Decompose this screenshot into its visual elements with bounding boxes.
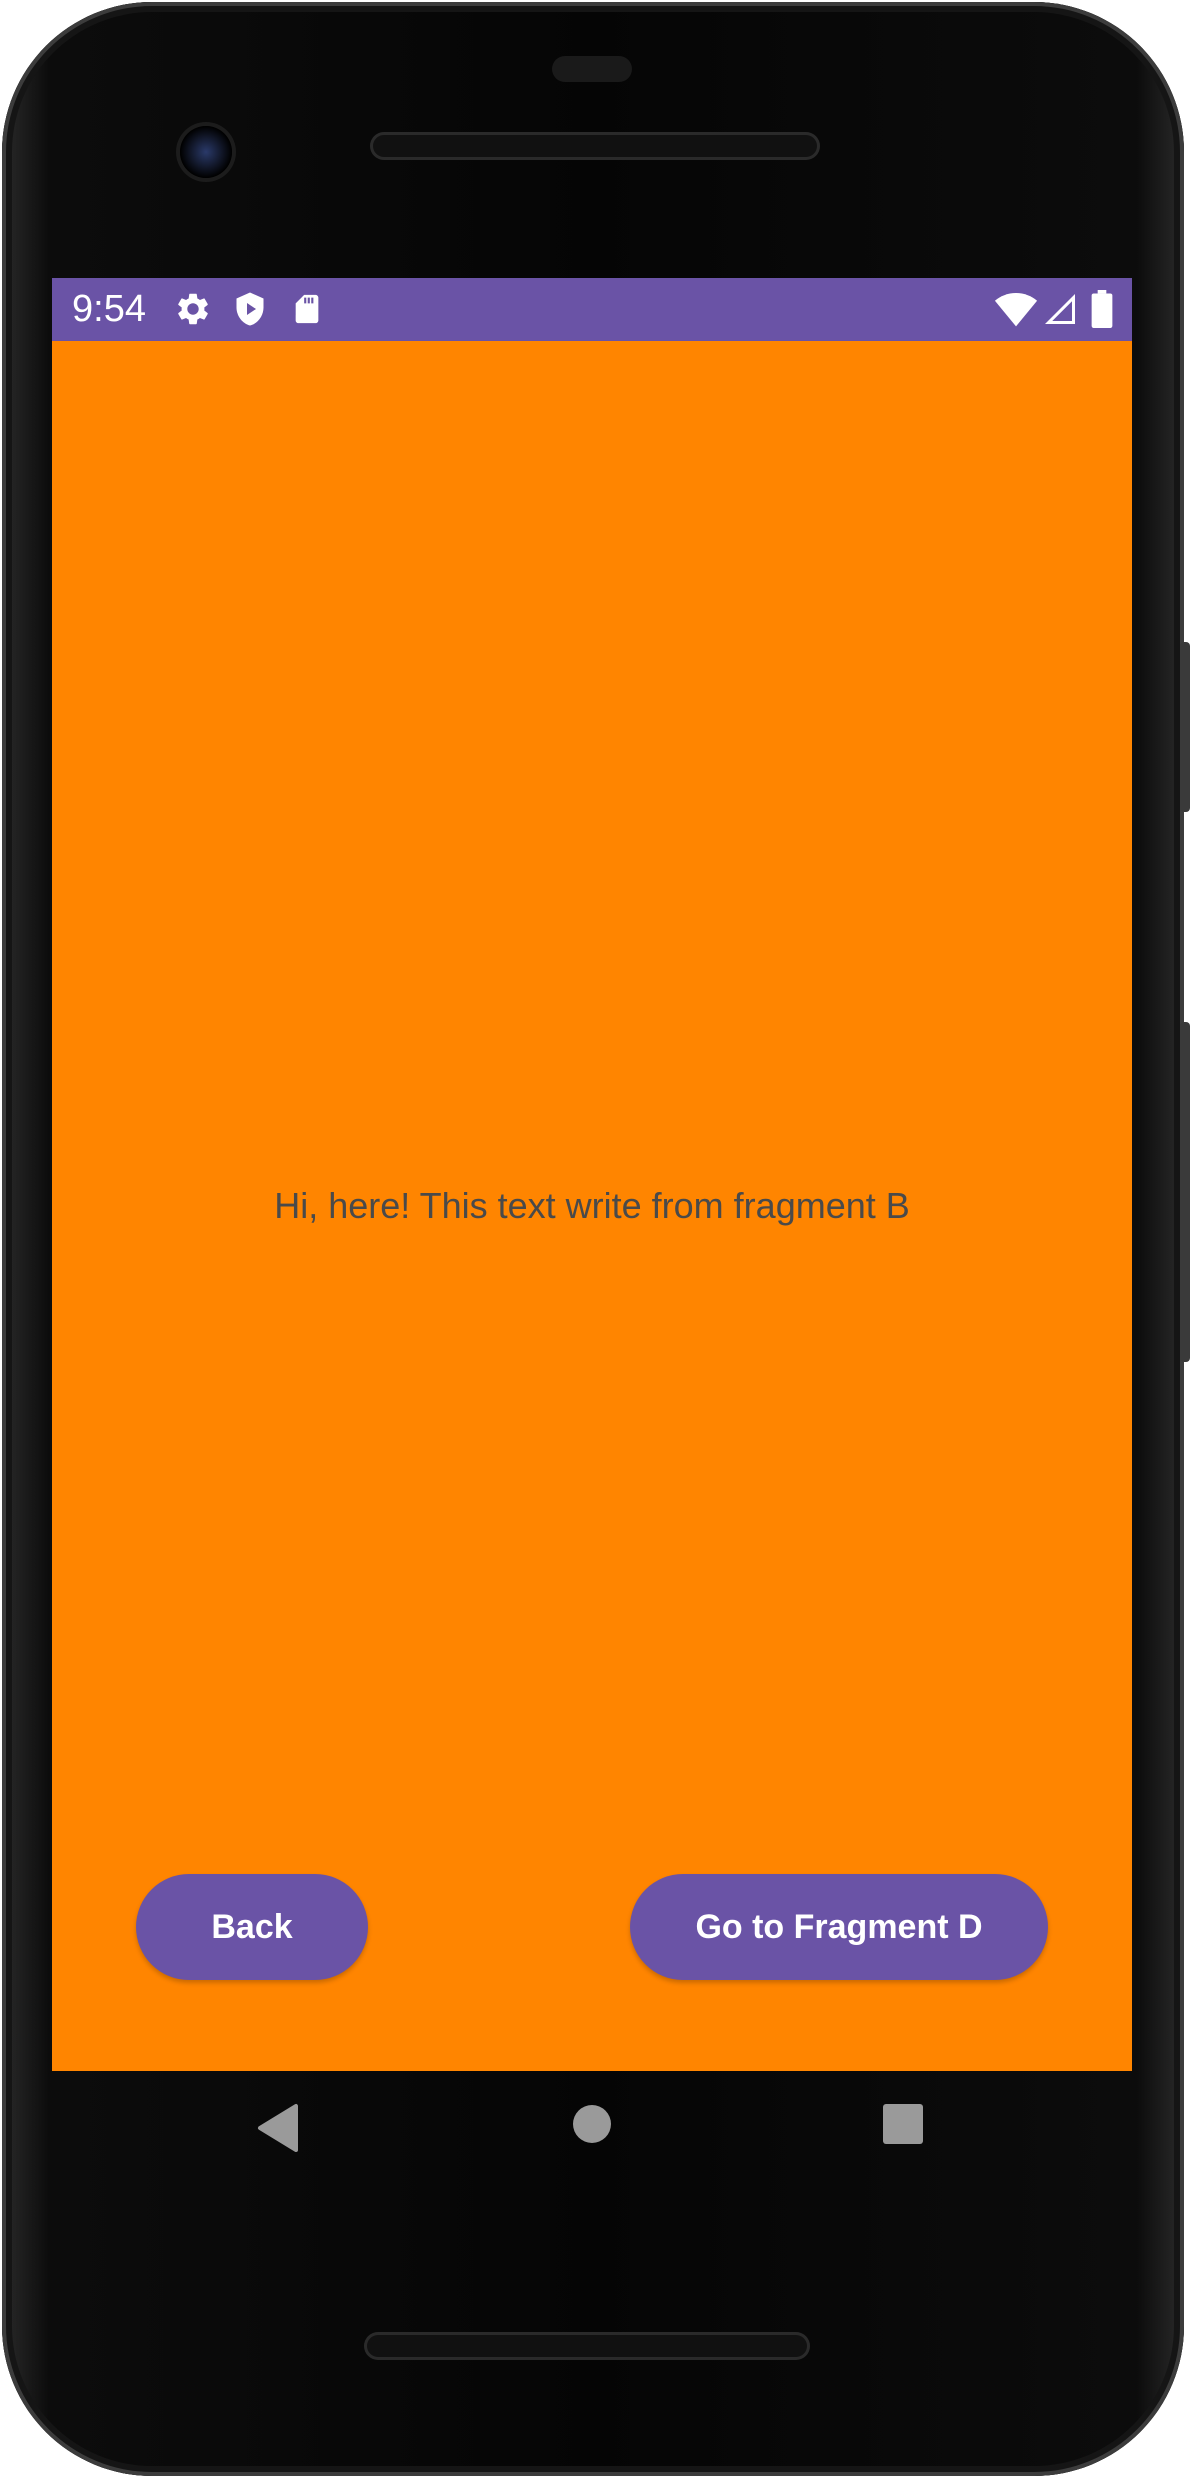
- home-circle-icon[interactable]: [571, 2103, 613, 2145]
- go-to-fragment-d-button[interactable]: Go to Fragment D: [630, 1874, 1048, 1980]
- bottom-speaker-grille: [364, 2332, 810, 2360]
- battery-icon: [1091, 290, 1113, 328]
- power-button: [1180, 642, 1190, 812]
- status-bar: 9:54: [52, 278, 1132, 341]
- sd-card-icon: [295, 294, 319, 324]
- front-camera: [180, 126, 232, 178]
- proximity-sensor: [552, 56, 632, 82]
- shield-play-icon: [236, 292, 264, 326]
- navigation-bar: [52, 2071, 1132, 2201]
- volume-button: [1180, 1022, 1190, 1362]
- back-button[interactable]: Back: [136, 1874, 368, 1980]
- wifi-icon: [994, 293, 1038, 327]
- recents-square-icon[interactable]: [882, 2103, 924, 2145]
- gear-icon: [178, 293, 208, 325]
- fragment-message: Hi, here! This text write from fragment …: [274, 1185, 910, 1226]
- top-speaker-grille: [370, 132, 820, 160]
- cell-signal-icon: [1045, 294, 1075, 324]
- status-time: 9:54: [72, 288, 146, 330]
- back-triangle-icon[interactable]: [256, 2103, 300, 2153]
- app-screen: 9:54 Hi, here! This text write from frag…: [52, 278, 1132, 2071]
